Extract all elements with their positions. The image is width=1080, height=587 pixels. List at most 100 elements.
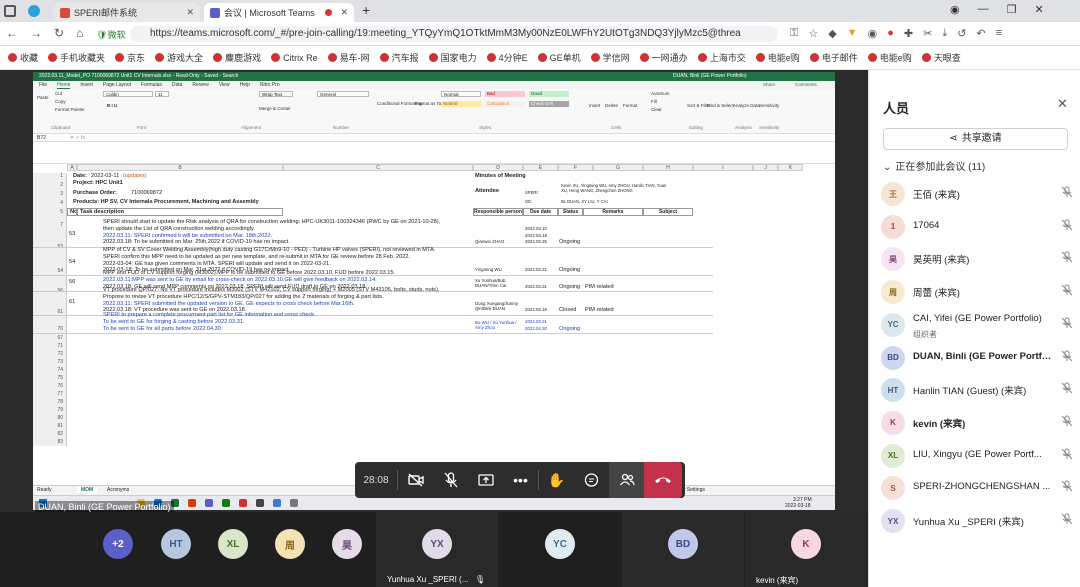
table-header-cell[interactable]: No — [67, 208, 77, 216]
taskbar-app-icon[interactable] — [188, 499, 196, 507]
column-header[interactable]: J — [753, 164, 778, 171]
browser-tab-teams[interactable]: 会议 | Microsoft Teams ✕ — [204, 3, 354, 22]
bookmark-item[interactable]: 一网通办 — [639, 51, 688, 64]
participant-item[interactable]: 1 17064 — [881, 211, 1077, 241]
row-header[interactable]: 2 — [33, 180, 67, 190]
fill-button[interactable]: Fill — [651, 99, 657, 104]
row-header[interactable]: 81 — [33, 422, 67, 430]
row-header[interactable]: 82 — [33, 430, 67, 438]
taskbar-app-icon[interactable] — [256, 499, 264, 507]
in-meeting-header[interactable]: ⌄ 正在参加此会议 (11) — [883, 158, 985, 173]
raise-hand-icon[interactable]: ✋ — [539, 462, 574, 498]
row-header[interactable]: 76 — [33, 382, 67, 390]
extension-icon[interactable]: ◆ — [828, 27, 836, 40]
participant-item[interactable]: XL LIU, Xingyu (GE Power Portf... — [881, 440, 1077, 470]
column-header[interactable]: A — [67, 164, 77, 171]
row-header[interactable]: 5 — [33, 208, 67, 217]
row-header[interactable]: 73 — [33, 358, 67, 366]
row-header[interactable]: 80 — [33, 414, 67, 422]
participant-avatar[interactable]: 周 — [275, 529, 305, 559]
table-header-cell[interactable]: Due date — [523, 208, 558, 216]
bookmark-item[interactable]: 易车-网 — [327, 51, 370, 64]
comments-button[interactable]: Comments — [795, 82, 817, 87]
row-header[interactable]: 3 — [33, 190, 67, 199]
insert-cells-button[interactable]: Insert — [589, 103, 600, 108]
participant-item[interactable]: YX Yunhua Xu _SPERI (来宾) — [881, 505, 1077, 535]
worksheet-grid[interactable]: ABCDEFGHIJK 1 2 3 4 5 7 53 54 56 61 70 67 71 72 73 74 75… — [33, 164, 835, 484]
formula-bar[interactable]: B72 ✕ ✓ fx — [33, 134, 835, 142]
key-icon[interactable]: ⚿ — [790, 27, 798, 40]
style-neutral[interactable]: Neutral — [441, 101, 481, 107]
column-header[interactable]: I — [693, 164, 753, 171]
participant-item[interactable]: 昊昊英明 (来宾) — [881, 243, 1077, 273]
share-invite-button[interactable]: ⋖ 共享邀请 — [883, 128, 1068, 150]
bookmark-item[interactable]: GE单机 — [537, 51, 581, 64]
browser-tab-email[interactable]: SPERI邮件系统 ✕ — [54, 3, 200, 22]
new-tab-button[interactable]: + — [362, 2, 370, 18]
bookmark-item[interactable]: 电能e购 — [755, 51, 800, 64]
bookmark-item[interactable]: 收藏 — [8, 51, 38, 64]
wrap-text-button[interactable]: Wrap Text — [259, 91, 293, 97]
bookmark-item[interactable]: 汽车报 — [379, 51, 419, 64]
undo-icon[interactable]: ↶ — [976, 27, 985, 40]
mic-muted-icon[interactable] — [433, 462, 468, 498]
style-good[interactable]: Good — [529, 91, 569, 97]
column-header[interactable]: C — [283, 164, 473, 171]
participant-avatar[interactable]: YC — [545, 529, 575, 559]
tab-close-icon[interactable]: ✕ — [336, 7, 348, 18]
ribbon-tab[interactable]: File — [39, 81, 47, 89]
column-header[interactable]: G — [593, 164, 643, 171]
history-icon[interactable]: ↺ — [957, 27, 966, 40]
row-header[interactable]: 72 — [33, 350, 67, 358]
bookmark-star-icon[interactable]: ☆ — [808, 27, 818, 40]
autosum-button[interactable]: AutoSum — [651, 91, 670, 96]
row-header[interactable]: 83 — [33, 438, 67, 446]
table-header-cell[interactable]: Task description — [77, 208, 283, 216]
paste-button[interactable]: Paste — [37, 95, 49, 100]
name-box[interactable]: B72 — [37, 135, 46, 141]
row-header[interactable]: 71 — [33, 342, 67, 350]
cut-icon[interactable]: ✂ — [923, 27, 932, 40]
participant-avatar[interactable]: XL — [218, 529, 248, 559]
taskbar-app-icon[interactable] — [205, 499, 213, 507]
column-header[interactable]: H — [643, 164, 693, 171]
row-header[interactable]: 78 — [33, 398, 67, 406]
browser-menu-icon[interactable] — [4, 5, 16, 17]
pin-icon[interactable]: ● — [887, 27, 894, 40]
ribbon-tab[interactable]: Insert — [80, 81, 93, 89]
refresh-icon[interactable]: ↻ — [54, 26, 64, 40]
puzzle-icon[interactable]: ✚ — [904, 27, 913, 40]
table-header-cell[interactable]: Subject — [643, 208, 693, 216]
participant-item[interactable]: BD DUAN, Binli (GE Power Portfolio) — [881, 342, 1077, 372]
row-header[interactable]: 77 — [33, 390, 67, 398]
row-header[interactable]: 79 — [33, 406, 67, 414]
clear-button[interactable]: Clear — [651, 107, 662, 112]
bookmark-item[interactable]: 4分钟E — [486, 51, 528, 64]
style-bad[interactable]: Bad — [485, 91, 525, 97]
bookmark-item[interactable]: Citrix Re — [271, 53, 318, 63]
table-row[interactable]: SPERI to prepare a complete procurment p… — [33, 312, 713, 335]
merge-center-button[interactable]: Merge & Center — [259, 106, 291, 111]
hang-up-icon[interactable] — [644, 462, 682, 498]
bookmark-item[interactable]: 游戏大全 — [155, 51, 203, 64]
row-header[interactable]: 67 — [33, 334, 67, 342]
bookmark-item[interactable]: 国家电力 — [428, 51, 477, 64]
participant-item[interactable]: YC CAI, Yifei (GE Power Portfolio) 组织者 — [881, 309, 1077, 339]
table-row[interactable]: 53 SPERI should start to update the Risk … — [33, 219, 713, 249]
participant-avatar[interactable]: 昊 — [332, 529, 362, 559]
bookmark-item[interactable]: 天眼查 — [921, 51, 961, 64]
table-header-cell[interactable]: Remarks — [583, 208, 643, 216]
delete-cells-button[interactable]: Delete — [605, 103, 618, 108]
ribbon-tab[interactable]: Page Layout — [103, 81, 131, 89]
column-header[interactable]: D — [473, 164, 523, 171]
chat-icon[interactable] — [574, 462, 609, 498]
taskbar-app-icon[interactable] — [273, 499, 281, 507]
format-cells-button[interactable]: Format — [623, 103, 637, 108]
url-field[interactable]: https://teams.microsoft.com/_#/pre-join-… — [130, 26, 778, 42]
ribbon-tab[interactable]: Formulas — [141, 81, 162, 89]
ribbon-tab[interactable]: Home — [57, 81, 71, 89]
bookmark-item[interactable]: 上海市交 — [697, 51, 746, 64]
ribbon-tab[interactable]: Help — [240, 81, 250, 89]
bookmark-item[interactable]: 电能e购 — [867, 51, 912, 64]
taskbar-app-icon[interactable] — [222, 499, 230, 507]
